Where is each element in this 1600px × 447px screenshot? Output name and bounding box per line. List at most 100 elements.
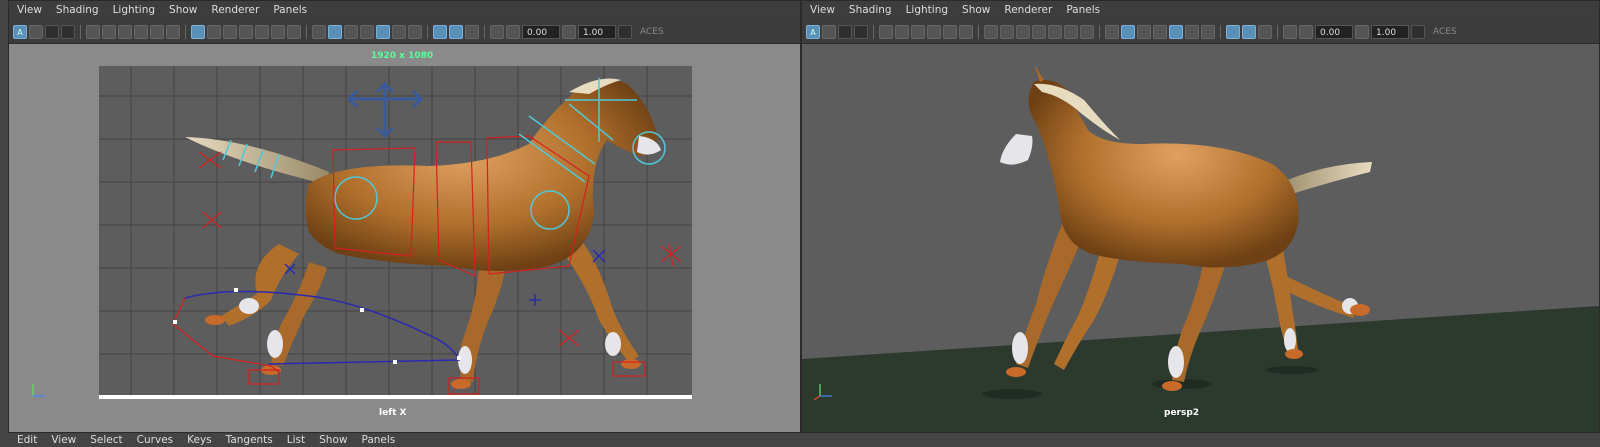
color-management-icon[interactable] (1411, 25, 1425, 39)
camera-attributes-icon[interactable] (29, 25, 43, 39)
menu-panels[interactable]: Panels (361, 434, 395, 446)
wireframe-on-shaded-icon[interactable] (360, 25, 374, 39)
grid-icon[interactable] (984, 25, 998, 39)
shadows-icon[interactable] (1201, 25, 1215, 39)
menu-show[interactable]: Show (169, 4, 197, 16)
menu-list[interactable]: List (287, 434, 305, 446)
textured-icon[interactable] (376, 25, 390, 39)
menu-panels[interactable]: Panels (273, 4, 307, 16)
shadows-icon[interactable] (408, 25, 422, 39)
xray-components-icon[interactable] (1258, 25, 1272, 39)
wireframe-on-shaded-icon[interactable] (1153, 25, 1167, 39)
textured-icon[interactable] (1169, 25, 1183, 39)
field-chart-icon[interactable] (255, 25, 269, 39)
default-lighting-icon[interactable] (344, 25, 358, 39)
resolution-gate-icon[interactable] (223, 25, 237, 39)
menu-panels[interactable]: Panels (1066, 4, 1100, 16)
resolution-label: 1920 x 1080 (371, 51, 434, 61)
color-mode-label: ACES (1433, 27, 1457, 37)
wireframe-icon[interactable] (1105, 25, 1119, 39)
camera-aim-icon[interactable] (118, 25, 132, 39)
xray-icon[interactable] (1226, 25, 1240, 39)
xray-components-icon[interactable] (465, 25, 479, 39)
gamma-icon[interactable] (562, 25, 576, 39)
image-plane-icon[interactable] (854, 25, 868, 39)
select-camera-icon[interactable]: A (806, 25, 820, 39)
pencil-icon[interactable] (166, 25, 180, 39)
xray-joints-icon[interactable] (449, 25, 463, 39)
pencil-icon[interactable] (959, 25, 973, 39)
gamma-field[interactable]: 1.00 (1371, 25, 1409, 39)
bookmark-icon[interactable] (45, 25, 59, 39)
menu-curves[interactable]: Curves (137, 434, 173, 446)
resolution-gate-icon[interactable] (1016, 25, 1030, 39)
menu-show[interactable]: Show (319, 434, 347, 446)
menu-shading[interactable]: Shading (56, 4, 99, 16)
camera-lock-icon[interactable] (895, 25, 909, 39)
camera-name-label: persp2 (1164, 408, 1200, 418)
use-lights-icon[interactable] (1185, 25, 1199, 39)
menu-select[interactable]: Select (90, 434, 122, 446)
left-viewport-panel: View Shading Lighting Show Renderer Pane… (8, 0, 801, 433)
menu-edit[interactable]: Edit (17, 434, 37, 446)
grease-pencil-icon[interactable] (134, 25, 148, 39)
image-plane-icon[interactable] (61, 25, 75, 39)
camera-icon[interactable] (879, 25, 893, 39)
grid-icon[interactable] (191, 25, 205, 39)
right-viewport-canvas[interactable]: persp2 (802, 44, 1599, 432)
menu-lighting[interactable]: Lighting (906, 4, 948, 16)
exposure-icon[interactable] (506, 25, 520, 39)
left-viewport-canvas[interactable]: 1920 x 1080 left X (9, 44, 800, 432)
film-gate-icon[interactable] (207, 25, 221, 39)
right-viewport-panel: View Shading Lighting Show Renderer Pane… (801, 0, 1600, 433)
safe-action-icon[interactable] (1064, 25, 1078, 39)
left-viewport-toolbar: A 0.00 1.00 ACES (9, 21, 800, 44)
isolate-select-icon[interactable] (490, 25, 504, 39)
exposure-field[interactable]: 0.00 (522, 25, 560, 39)
isolate-select-icon[interactable] (1283, 25, 1297, 39)
grease-pencil-icon[interactable] (927, 25, 941, 39)
safe-title-icon[interactable] (1080, 25, 1094, 39)
menu-tangents[interactable]: Tangents (226, 434, 273, 446)
bookmark-icon[interactable] (838, 25, 852, 39)
menu-shading[interactable]: Shading (849, 4, 892, 16)
xray-icon[interactable] (433, 25, 447, 39)
2d-pan-zoom-icon[interactable] (150, 25, 164, 39)
gate-mask-icon[interactable] (239, 25, 253, 39)
menu-lighting[interactable]: Lighting (113, 4, 155, 16)
menu-keys[interactable]: Keys (187, 434, 212, 446)
camera-attributes-icon[interactable] (822, 25, 836, 39)
color-management-icon[interactable] (618, 25, 632, 39)
camera-aim-icon[interactable] (911, 25, 925, 39)
right-viewport-menubar: View Shading Lighting Show Renderer Pane… (802, 1, 1599, 19)
menu-show[interactable]: Show (962, 4, 990, 16)
smooth-shade-icon[interactable] (328, 25, 342, 39)
exposure-icon[interactable] (1299, 25, 1313, 39)
menu-renderer[interactable]: Renderer (1004, 4, 1052, 16)
film-gate-icon[interactable] (1000, 25, 1014, 39)
left-viewport-menubar: View Shading Lighting Show Renderer Pane… (9, 1, 800, 19)
menu-view[interactable]: View (51, 434, 76, 446)
menu-view[interactable]: View (17, 4, 42, 16)
select-camera-icon[interactable]: A (13, 25, 27, 39)
color-mode-label: ACES (640, 27, 664, 37)
camera-lock-icon[interactable] (102, 25, 116, 39)
gamma-field[interactable]: 1.00 (578, 25, 616, 39)
gamma-icon[interactable] (1355, 25, 1369, 39)
safe-action-icon[interactable] (271, 25, 285, 39)
camera-name-label: left X (379, 408, 407, 418)
camera-icon[interactable] (86, 25, 100, 39)
safe-title-icon[interactable] (287, 25, 301, 39)
graph-editor-menubar: Edit View Select Curves Keys Tangents Li… (0, 433, 1600, 447)
default-lighting-icon[interactable] (1137, 25, 1151, 39)
exposure-field[interactable]: 0.00 (1315, 25, 1353, 39)
gate-mask-icon[interactable] (1032, 25, 1046, 39)
xray-joints-icon[interactable] (1242, 25, 1256, 39)
field-chart-icon[interactable] (1048, 25, 1062, 39)
menu-renderer[interactable]: Renderer (211, 4, 259, 16)
use-lights-icon[interactable] (392, 25, 406, 39)
wireframe-icon[interactable] (312, 25, 326, 39)
smooth-shade-icon[interactable] (1121, 25, 1135, 39)
2d-pan-zoom-icon[interactable] (943, 25, 957, 39)
menu-view[interactable]: View (810, 4, 835, 16)
